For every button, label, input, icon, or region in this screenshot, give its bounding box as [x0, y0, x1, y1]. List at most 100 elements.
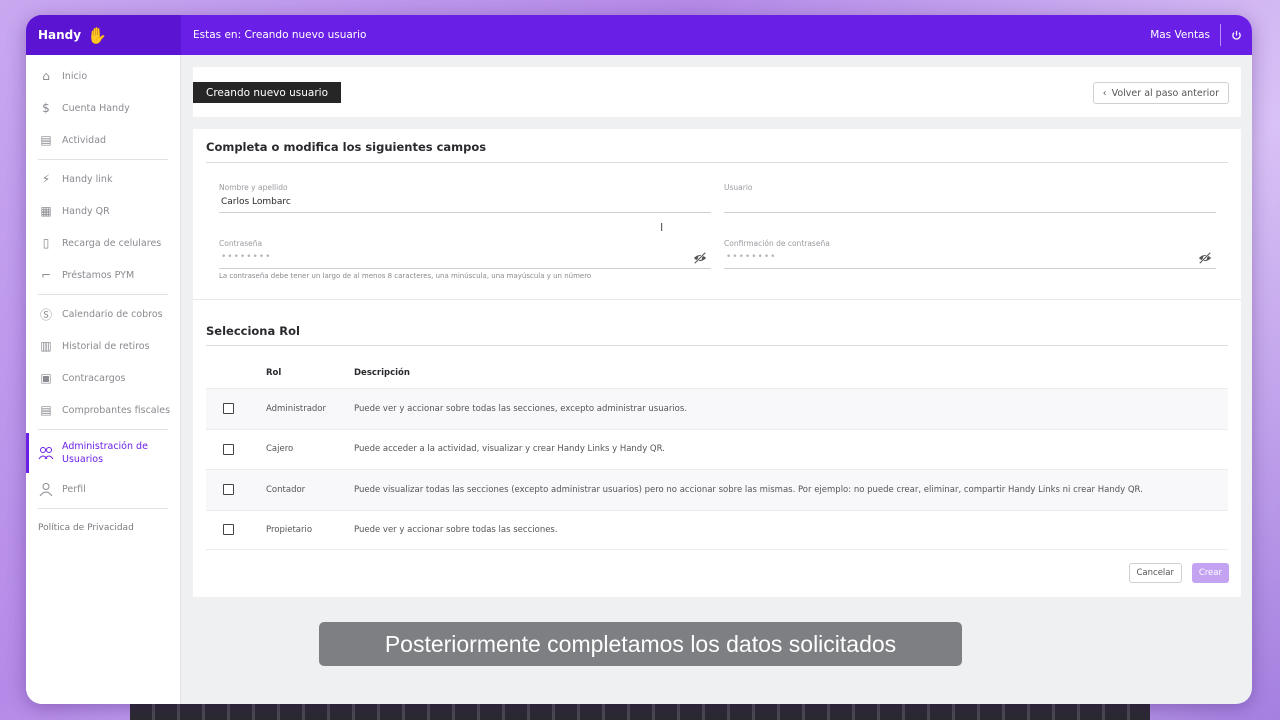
cancel-button[interactable]: Cancelar [1128, 563, 1182, 583]
username-field[interactable]: Usuario [724, 183, 1216, 213]
password-hint: La contraseña debe tener un largo de al … [219, 272, 592, 280]
phone-icon: ▯ [42, 236, 50, 250]
home-icon: ⌂ [42, 69, 50, 83]
sidebar-item-recarga[interactable]: ▯ Recarga de celulares [26, 227, 180, 259]
page-title: Creando nuevo usuario [193, 82, 342, 103]
money-hand-icon: $ [42, 101, 50, 115]
user-icon [38, 481, 54, 497]
sidebar-divider [38, 294, 168, 295]
table-row[interactable]: Propietario Puede ver y accionar sobre t… [206, 509, 1228, 550]
user-form: Completa o modifica los siguientes campo… [193, 129, 1241, 597]
sidebar-item-label: Handy link [62, 173, 113, 185]
sidebar-item-label: Actividad [62, 134, 107, 146]
roles-table-header: Rol Descripción [206, 358, 1228, 388]
brand-logo[interactable]: Handy ✋ [26, 15, 181, 55]
sidebar-divider [38, 508, 168, 509]
video-caption: Posteriormente completamos los datos sol… [319, 622, 962, 666]
sidebar-item-administracion-usuarios[interactable]: Administración de Usuarios [26, 433, 180, 473]
sidebar-item-contracargos[interactable]: ▣ Contracargos [26, 362, 180, 394]
role-description: Puede acceder a la actividad, visualizar… [354, 444, 665, 455]
sidebar-item-label: Comprobantes fiscales [62, 404, 171, 416]
sidebar-item-prestamos[interactable]: ⌐ Préstamos PYM [26, 259, 180, 291]
confirm-password-input[interactable]: •••••••• [726, 252, 776, 262]
name-field[interactable]: Nombre y apellido Carlos Lombarc [219, 183, 711, 213]
table-row[interactable]: Contador Puede visualizar todas las secc… [206, 469, 1228, 510]
brand-name: Handy [38, 28, 82, 42]
table-row[interactable]: Administrador Puede ver y accionar sobre… [206, 388, 1228, 429]
loan-icon: ⌐ [40, 268, 52, 282]
sidebar-item-label: Préstamos PYM [62, 269, 135, 281]
divider [193, 299, 1241, 300]
username-label: Usuario [724, 183, 753, 192]
password-input[interactable]: •••••••• [221, 252, 271, 262]
role-name: Administrador [266, 403, 327, 414]
role-description: Puede ver y accionar sobre todas las sec… [354, 403, 688, 414]
sidebar-item-label: Inicio [62, 70, 88, 82]
power-icon [1232, 30, 1241, 40]
sidebar-item-label: Cuenta Handy [62, 102, 130, 114]
privacy-policy-link[interactable]: Política de Privacidad [26, 523, 180, 533]
role-description: Puede visualizar todas las secciones (ex… [354, 484, 1143, 495]
account-name[interactable]: Mas Ventas [1150, 29, 1210, 41]
role-name: Propietario [266, 524, 313, 535]
role-name: Cajero [266, 444, 294, 455]
activity-icon: ▤ [40, 133, 52, 147]
eye-off-icon[interactable] [1198, 251, 1212, 265]
sidebar-item-handy-qr[interactable]: ▦ Handy QR [26, 195, 180, 227]
table-row[interactable]: Cajero Puede acceder a la actividad, vis… [206, 428, 1228, 470]
sidebar-divider [38, 159, 168, 160]
fields-section-title: Completa o modifica los siguientes campo… [206, 140, 487, 154]
sidebar-item-historial[interactable]: ▥ Historial de retiros [26, 330, 180, 362]
password-label: Contraseña [219, 239, 263, 248]
col-rol: Rol [266, 368, 282, 378]
invoice-icon: ▤ [40, 403, 52, 417]
confirm-password-label: Confirmación de contraseña [724, 239, 830, 248]
sidebar-item-cuenta-handy[interactable]: $ Cuenta Handy [26, 92, 180, 124]
divider [206, 345, 1228, 346]
role-checkbox-propietario[interactable] [223, 524, 234, 536]
breadcrumb: Estas en: Creando nuevo usuario [193, 29, 367, 41]
back-button[interactable]: ‹ Volver al paso anterior [1092, 82, 1229, 104]
top-bar: Handy ✋ Estas en: Creando nuevo usuario … [26, 15, 1252, 55]
roles-section-title: Selecciona Rol [206, 324, 300, 338]
sidebar-item-actividad[interactable]: ▤ Actividad [26, 124, 180, 156]
back-button-label: Volver al paso anterior [1111, 87, 1219, 99]
role-checkbox-administrador[interactable] [223, 403, 234, 415]
sidebar-item-label: Calendario de cobros [62, 308, 163, 320]
users-icon [38, 445, 54, 461]
sidebar-item-label: Historial de retiros [62, 340, 150, 352]
sidebar-item-calendario[interactable]: Ⓢ Calendario de cobros [26, 298, 180, 330]
text-cursor-icon: I [660, 221, 664, 234]
confirm-password-field[interactable]: Confirmación de contraseña •••••••• [724, 239, 1216, 269]
history-icon: ▥ [40, 339, 52, 353]
name-label: Nombre y apellido [219, 183, 288, 192]
sidebar-item-label: Perfil [62, 483, 86, 495]
logout-button[interactable] [1220, 24, 1242, 46]
dollar-circle-icon: Ⓢ [39, 307, 52, 322]
page-header: Creando nuevo usuario ‹ Volver al paso a… [193, 67, 1241, 117]
hand-icon: ✋ [87, 25, 108, 45]
eye-off-icon[interactable] [693, 251, 707, 265]
sidebar: ⌂ Inicio $ Cuenta Handy ▤ Actividad ⚡ Ha… [26, 55, 181, 704]
sidebar-item-perfil[interactable]: Perfil [26, 473, 180, 505]
roles-table: Rol Descripción Administrador Puede ver … [206, 358, 1228, 550]
sidebar-item-label: Recarga de celulares [62, 237, 162, 249]
role-description: Puede ver y accionar sobre todas las sec… [354, 524, 558, 535]
sidebar-divider [38, 429, 168, 430]
sidebar-item-label: Handy QR [62, 205, 110, 217]
sidebar-item-label: Contracargos [62, 372, 126, 384]
receipt-icon: ▣ [40, 371, 52, 385]
col-descripcion: Descripción [354, 368, 410, 378]
sidebar-item-inicio[interactable]: ⌂ Inicio [26, 60, 180, 92]
role-checkbox-cajero[interactable] [223, 443, 234, 455]
name-input[interactable]: Carlos Lombarc [221, 197, 291, 207]
sidebar-item-handy-link[interactable]: ⚡ Handy link [26, 163, 180, 195]
role-name: Contador [266, 484, 306, 495]
password-field[interactable]: Contraseña •••••••• [219, 239, 711, 269]
sidebar-item-comprobantes[interactable]: ▤ Comprobantes fiscales [26, 394, 180, 426]
role-checkbox-contador[interactable] [223, 484, 234, 496]
create-button[interactable]: Crear [1191, 563, 1229, 583]
qr-icon: ▦ [40, 204, 52, 218]
sidebar-item-label: Administración de Usuarios [62, 441, 148, 465]
divider [206, 162, 1228, 163]
